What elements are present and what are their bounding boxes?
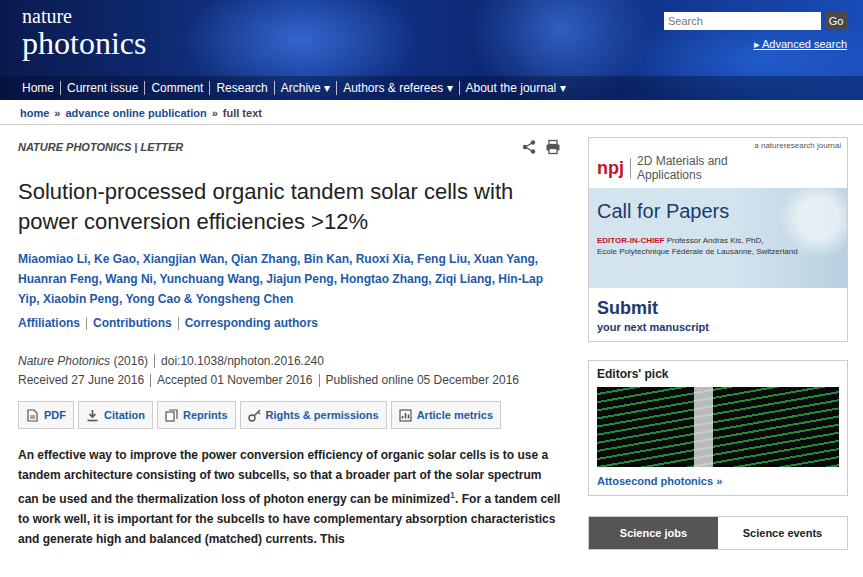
author-link[interactable]: Bin Kan, — [304, 252, 353, 266]
author-link[interactable]: Hongtao Zhang, — [340, 272, 431, 286]
nav-item[interactable]: About the journal ▾ — [459, 81, 572, 95]
author-link[interactable]: Ke Gao, — [94, 252, 139, 266]
breadcrumb-item[interactable]: advance online publication — [65, 107, 206, 119]
date-item: Accepted 01 November 2016 — [150, 374, 318, 387]
author-link[interactable]: Huanran Feng, — [18, 272, 102, 286]
author-link[interactable]: Yong Cao — [125, 292, 180, 306]
search-input[interactable] — [664, 12, 821, 30]
print-icon[interactable] — [545, 139, 561, 155]
header: naturephotonics Go ▸ Advanced search HomeCu… — [0, 0, 863, 100]
main-nav: HomeCurrent issueCommentResearchArchive … — [0, 76, 863, 100]
nav-item[interactable]: Current issue — [60, 81, 144, 95]
author-link[interactable]: Feng Liu, — [417, 252, 470, 266]
npj-logo: npj — [597, 158, 631, 179]
key-icon — [248, 409, 261, 422]
article-tool-button[interactable]: PDF — [18, 401, 74, 429]
tabs: Science jobsScience events — [588, 516, 848, 550]
sidebar: a natureresearch journalnpj2D Materials … — [588, 139, 848, 550]
nav-item[interactable]: Archive ▾ — [274, 81, 336, 95]
breadcrumb: home » advance online publication » full tex… — [0, 100, 863, 125]
article-title: Solution-processed organic tandem solar … — [18, 177, 538, 237]
breadcrumb-item: » — [212, 107, 218, 119]
article-tool-button[interactable]: Reprints — [157, 401, 236, 429]
metrics-icon — [399, 409, 412, 422]
breadcrumb-item[interactable]: home — [20, 107, 49, 119]
tab[interactable]: Science jobs — [589, 517, 718, 549]
author-link[interactable]: Xuan Yang, — [474, 252, 538, 266]
editors-pick-link[interactable]: Attosecond photonics » — [589, 467, 847, 495]
author-list: Miaomiao Li, Ke Gao, Xiangjian Wan, Qian… — [18, 249, 565, 309]
editors-pick: Editors' pickAttosecond photonics » — [588, 360, 848, 496]
meta-link[interactable]: Contributions — [86, 317, 178, 330]
reference-link[interactable]: 1 — [450, 490, 455, 500]
nav-item[interactable]: Comment — [144, 81, 209, 95]
author-link[interactable]: Xiaobin Peng, — [43, 292, 122, 306]
download-icon — [86, 409, 99, 422]
editors-pick-image[interactable] — [597, 387, 839, 467]
author-link[interactable]: Ruoxi Xia, — [356, 252, 414, 266]
article-type: NATURE PHOTONICS | LETTER — [18, 141, 183, 153]
nav-item[interactable]: Research — [209, 81, 273, 95]
date-item: Received 27 June 2016 — [18, 374, 150, 387]
abstract: An effective way to improve the power co… — [18, 445, 565, 549]
journal-logo[interactable]: naturephotonics — [0, 0, 146, 76]
article: NATURE PHOTONICS | LETTER Solution-proces… — [18, 139, 565, 550]
journal-ad[interactable]: a natureresearch journalnpj2D Materials … — [588, 137, 848, 342]
author-link[interactable]: Xiangjian Wan, — [143, 252, 228, 266]
breadcrumb-item: » — [54, 107, 60, 119]
author-link[interactable]: Jiajun Peng, — [266, 272, 337, 286]
advanced-search-link[interactable]: ▸ Advanced search — [754, 38, 847, 51]
page: naturephotonics Go ▸ Advanced search HomeCu… — [0, 0, 863, 577]
citation: Nature Photonics (2016)doi:10.1038/nphot… — [18, 354, 565, 368]
date-item: Published online 05 December 2016 — [319, 374, 525, 387]
author-link[interactable]: Yongsheng Chen — [196, 292, 294, 306]
meta-link[interactable]: Affiliations — [18, 317, 86, 330]
author-link[interactable]: Miaomiao Li, — [18, 252, 91, 266]
nav-item[interactable]: Authors & referees ▾ — [336, 81, 458, 95]
author-link[interactable]: Qian Zhang, — [231, 252, 300, 266]
pdf-icon — [26, 409, 39, 422]
author-link[interactable]: Yunchuang Wang, — [159, 272, 263, 286]
go-button[interactable]: Go — [825, 12, 847, 30]
article-tool-button[interactable]: Citation — [78, 401, 153, 429]
author-link[interactable]: Wang Ni, — [105, 272, 156, 286]
article-tool-button[interactable]: Rights & permissions — [240, 401, 387, 429]
breadcrumb-item: full text — [223, 107, 262, 119]
author-link[interactable]: & — [184, 292, 193, 306]
author-link[interactable]: Ziqi Liang, — [435, 272, 495, 286]
share-icon[interactable] — [521, 139, 537, 155]
meta-link[interactable]: Corresponding authors — [178, 317, 324, 330]
reprints-icon — [165, 409, 178, 422]
article-tool-button[interactable]: Article metrics — [391, 401, 501, 429]
dates: Received 27 June 2016Accepted 01 Novembe… — [18, 374, 565, 387]
tab[interactable]: Science events — [718, 517, 847, 549]
nav-item[interactable]: Home — [16, 81, 60, 95]
